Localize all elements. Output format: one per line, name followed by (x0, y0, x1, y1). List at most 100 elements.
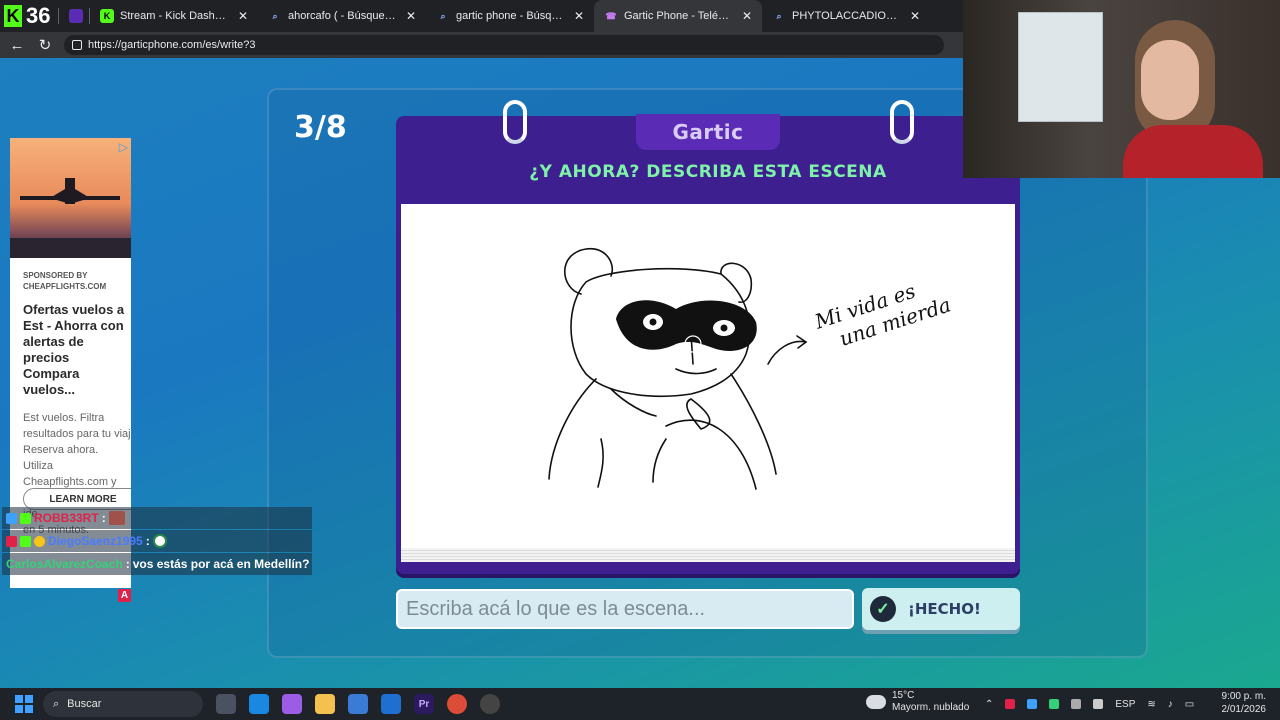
obs-icon[interactable] (480, 694, 500, 714)
url-field[interactable]: https://garticphone.com/es/write?3 (64, 35, 944, 55)
weather-desc: Mayorm. nublado (892, 702, 970, 713)
weather-widget[interactable]: 15°C Mayorm. nublado (866, 690, 969, 714)
bluetooth-icon[interactable] (1027, 699, 1038, 709)
windows-start-icon[interactable] (15, 695, 33, 713)
close-icon[interactable]: ✕ (742, 9, 752, 23)
microphone-icon[interactable] (1093, 699, 1104, 709)
system-tray: ⌃ ESP ≋ ♪ ▭ (985, 688, 1194, 720)
address-bar: ← ↻ https://garticphone.com/es/write?3 (0, 32, 965, 58)
copilot-icon[interactable] (282, 694, 302, 714)
kick-count: 36 (26, 3, 51, 28)
overlay-a-badge: A (118, 589, 131, 602)
premiere-icon[interactable]: Pr (414, 694, 434, 714)
chevron-up-icon[interactable]: ⌃ (985, 699, 993, 710)
chrome-icon[interactable] (447, 694, 467, 714)
tab-gartic-phone[interactable]: ☎ Gartic Phone - Teléfono Descon ✕ (594, 0, 762, 32)
checkmark-icon: ✓ (870, 596, 896, 622)
tab-title: PHYTOLACCADIOICA - Búsque (792, 10, 900, 22)
tab-title: Gartic Phone - Teléfono Descon (624, 10, 732, 22)
chat-username: CarlosAlvarezCoach (6, 557, 123, 571)
tab-ahorcafo-search[interactable]: ⌕ ahorcafo ( - Búsqueda ✕ (258, 0, 426, 32)
wifi-icon[interactable]: ≋ (1147, 699, 1155, 710)
battery-icon[interactable]: ▭ (1185, 699, 1194, 710)
done-button[interactable]: ✓ ¡HECHO! (862, 588, 1020, 630)
binder-ring-left (503, 100, 527, 144)
chat-message: DiegoSaenz1995 : (2, 530, 312, 552)
chat-message: CarlosAlvarezCoach : vos estás por acá e… (2, 553, 312, 575)
outlook-icon[interactable] (381, 694, 401, 714)
close-icon[interactable]: ✕ (406, 9, 416, 23)
search-icon: ⌕ (440, 10, 446, 21)
tray-app-icon[interactable] (1049, 699, 1060, 709)
paper-stack-edge (401, 548, 1015, 562)
drawing-canvas: Mi vida es una mierda (401, 204, 1015, 548)
chat-message: ROBB33RT : (2, 507, 312, 529)
chat-text: vos estás por acá en Medellín? (132, 557, 310, 571)
task-view-icon[interactable] (216, 694, 236, 714)
chat-separator: : (145, 534, 150, 548)
close-icon[interactable]: ✕ (574, 9, 584, 23)
chat-username: DiegoSaenz1995 (48, 534, 143, 548)
kick-overlay-badge: K 36 (0, 0, 58, 32)
search-icon: ⌕ (272, 10, 278, 21)
tab-title: Stream - Kick Dashboard (120, 10, 228, 22)
stream-chat-overlay: ROBB33RT : DiegoSaenz1995 : CarlosAlvare… (2, 507, 312, 576)
chat-badge-icon (20, 535, 31, 547)
file-explorer-icon[interactable] (315, 694, 335, 714)
taskbar-search[interactable]: ⌕ Buscar (43, 691, 203, 717)
chat-badge-icon (6, 512, 17, 524)
back-arrow-icon[interactable]: ← (8, 37, 26, 54)
raccoon-drawing (548, 248, 808, 490)
edge-icon[interactable] (249, 694, 269, 714)
kick-logo-icon: K (4, 5, 22, 27)
tab-title: ahorcafo ( - Búsqueda (288, 10, 396, 22)
gartic-logo: Gartic (636, 114, 780, 150)
done-button-label: ¡HECHO! (908, 600, 981, 618)
tab-pinned[interactable] (59, 0, 89, 32)
chat-separator: : (125, 557, 130, 571)
ad-title: Ofertas vuelos a Est - Ahorra con alerta… (23, 302, 125, 397)
streamer-face (1141, 40, 1199, 120)
gartic-logo-text: Gartic (672, 120, 744, 144)
clock-date: 2/01/2026 (1221, 704, 1267, 715)
tab-kick-dashboard[interactable]: K Stream - Kick Dashboard ✕ (90, 0, 258, 32)
tab-phytolacca-search[interactable]: ⌕ PHYTOLACCADIOICA - Búsque ✕ (762, 0, 930, 32)
chat-separator: : (101, 511, 106, 525)
chat-badge-icon (34, 535, 45, 547)
store-icon[interactable] (348, 694, 368, 714)
binder-ring-right (890, 100, 914, 144)
chat-badge-icon (20, 512, 31, 524)
streamer-shirt (1123, 125, 1263, 178)
close-icon[interactable]: ✕ (238, 9, 248, 23)
airplane-icon (10, 178, 131, 258)
input-language[interactable]: ESP (1115, 699, 1135, 710)
tray-app-icon[interactable] (1071, 699, 1082, 709)
airplane-sunset-image: ▷ (10, 138, 131, 258)
chat-emote (108, 511, 125, 525)
reload-icon[interactable]: ↻ (36, 36, 54, 54)
taskbar-search-label: Buscar (67, 698, 102, 710)
prompt-title: ¿Y AHORA? DESCRIBA ESTA ESCENA (529, 162, 887, 182)
taskbar-clock[interactable]: 9:00 p. m. 2/01/2026 (1222, 690, 1267, 716)
chat-emote (152, 534, 167, 548)
webcam-feed (963, 0, 1280, 178)
search-icon: ⌕ (53, 697, 60, 710)
tray-app-icon[interactable] (1005, 699, 1016, 709)
volume-icon[interactable]: ♪ (1168, 699, 1173, 710)
scene-description-input[interactable] (396, 589, 854, 629)
ad-sponsor: SPONSORED BY CHEAPFLIGHTS.COM (23, 271, 107, 291)
chat-username: ROBB33RT (34, 511, 99, 525)
weather-temp: 15°C (892, 690, 915, 701)
pinned-tab-icon (69, 9, 83, 23)
adchoices-icon[interactable]: ▷ (119, 140, 128, 154)
chat-badge-icon (6, 535, 17, 547)
cloud-icon (866, 695, 886, 709)
close-icon[interactable]: ✕ (910, 9, 920, 23)
kick-icon: K (100, 9, 114, 23)
search-icon: ⌕ (776, 10, 782, 21)
site-info-icon[interactable] (72, 40, 82, 50)
tab-title: gartic phone - Búsqueda (456, 10, 564, 22)
phone-icon: ☎ (605, 10, 617, 21)
tab-gartic-search[interactable]: ⌕ gartic phone - Búsqueda ✕ (426, 0, 594, 32)
wall-portrait-drawing (1018, 12, 1103, 122)
